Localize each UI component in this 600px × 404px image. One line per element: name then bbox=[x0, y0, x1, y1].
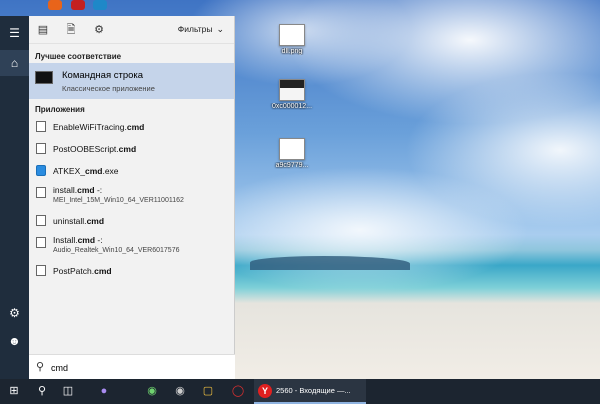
image-file-icon bbox=[279, 138, 305, 160]
exe-app-icon bbox=[36, 165, 46, 176]
list-item[interactable]: ATKEX_cmd.exe bbox=[29, 160, 234, 182]
script-file-icon bbox=[36, 265, 46, 276]
file-explorer-icon[interactable]: ▢ bbox=[198, 382, 218, 401]
desktop-icon-image[interactable]: a9c9779... bbox=[268, 138, 316, 169]
list-item[interactable]: PostPatch.cmd bbox=[29, 260, 234, 282]
item-name: uninstall.cmd bbox=[53, 216, 105, 226]
hamburger-icon[interactable]: ☰ bbox=[0, 20, 29, 46]
documents-filter-icon[interactable]: 🗎 bbox=[63, 22, 79, 38]
gear-icon[interactable]: ⚙ bbox=[0, 300, 29, 326]
script-file-icon bbox=[36, 143, 46, 154]
filters-dropdown[interactable]: Фильтры ⌄ bbox=[178, 24, 224, 35]
app-icon[interactable] bbox=[93, 0, 108, 10]
item-name: PostPatch.cmd bbox=[53, 266, 112, 276]
app-icon[interactable] bbox=[70, 0, 85, 10]
apps-heading: Приложения bbox=[35, 105, 85, 114]
app-icon[interactable]: ◉ bbox=[142, 382, 162, 401]
best-match-subtitle: Классическое приложение bbox=[62, 84, 155, 93]
desktop-icon-dll[interactable]: dll.png bbox=[268, 24, 316, 55]
taskbar: ⊞ ⚲ ◫ ● ◉ ◉ ▢ ◯ Y 2560 - Входящие —... bbox=[0, 379, 600, 404]
home-icon[interactable]: ⌂ bbox=[0, 50, 29, 76]
item-name: Install.cmd -: bbox=[53, 235, 103, 245]
cortana-mic-icon[interactable]: ● bbox=[94, 382, 114, 401]
item-path: MEI_Intel_15M_Win10_64_VER11001162 bbox=[53, 197, 184, 204]
image-file-icon bbox=[279, 79, 305, 101]
list-item[interactable]: EnableWiFiTracing.cmd bbox=[29, 116, 234, 138]
search-toolbar: ▤ 🗎 ⚙ Фильтры ⌄ bbox=[29, 16, 234, 44]
desktop-icon-label: dll.png bbox=[281, 48, 303, 55]
script-file-icon bbox=[36, 121, 46, 132]
script-file-icon bbox=[36, 237, 46, 248]
list-item[interactable]: install.cmd -: MEI_Intel_15M_Win10_64_VE… bbox=[29, 182, 234, 210]
list-item[interactable]: Install.cmd -: Audio_Realtek_Win10_64_VE… bbox=[29, 232, 234, 260]
task-view-icon[interactable]: ◫ bbox=[58, 382, 78, 401]
script-file-icon bbox=[36, 187, 46, 198]
item-name: install.cmd -: bbox=[53, 185, 103, 195]
windows-start-icon[interactable]: ⊞ bbox=[4, 382, 24, 401]
taskbar-window-title: 2560 - Входящие —... bbox=[276, 386, 351, 395]
apps-filter-icon[interactable]: ▤ bbox=[35, 22, 51, 38]
item-name: PostOOBEScript.cmd bbox=[53, 144, 137, 154]
item-name: ATKEX_cmd.exe bbox=[53, 166, 119, 176]
search-icon: ⚲ bbox=[36, 361, 45, 373]
desktop-top-icons bbox=[48, 0, 138, 12]
taskbar-window-yandex[interactable]: Y 2560 - Входящие —... bbox=[254, 379, 366, 404]
item-name: EnableWiFiTracing.cmd bbox=[53, 122, 145, 132]
chevron-down-icon: ⌄ bbox=[216, 24, 224, 34]
desktop-icon-label: a9c9779... bbox=[275, 162, 309, 169]
best-match-heading: Лучшее соответствие bbox=[35, 52, 122, 61]
search-input[interactable] bbox=[51, 360, 221, 375]
settings-filter-icon[interactable]: ⚙ bbox=[91, 22, 107, 38]
desktop-icon-error-screenshot[interactable]: 0xc000012... bbox=[268, 79, 316, 110]
cmd-icon bbox=[35, 71, 53, 84]
list-item[interactable]: uninstall.cmd bbox=[29, 210, 234, 232]
app-icon[interactable] bbox=[48, 0, 62, 10]
script-file-icon bbox=[36, 215, 46, 226]
search-results-panel: ▤ 🗎 ⚙ Фильтры ⌄ Лучшее соответствие Коман… bbox=[29, 16, 235, 354]
feedback-icon[interactable]: ☻ bbox=[0, 328, 29, 354]
yandex-browser-icon: Y bbox=[258, 384, 272, 398]
best-match-title: Командная строка bbox=[62, 70, 144, 81]
app-icon[interactable]: ◉ bbox=[170, 382, 190, 401]
image-file-icon bbox=[279, 24, 305, 46]
start-rail: ☰ ⌂ ⚙ ☻ bbox=[0, 16, 29, 379]
opera-browser-icon[interactable]: ◯ bbox=[228, 382, 248, 401]
desktop-icon-label: 0xc000012... bbox=[271, 103, 313, 110]
search-box[interactable]: ⚲ bbox=[29, 354, 235, 379]
list-item[interactable]: PostOOBEScript.cmd bbox=[29, 138, 234, 160]
wallpaper-island bbox=[250, 256, 410, 270]
best-match-item[interactable]: Командная строка Классическое приложение bbox=[29, 63, 234, 99]
item-path: Audio_Realtek_Win10_64_VER6017576 bbox=[53, 247, 180, 254]
search-icon[interactable]: ⚲ bbox=[32, 382, 52, 401]
filters-label: Фильтры bbox=[177, 24, 213, 34]
